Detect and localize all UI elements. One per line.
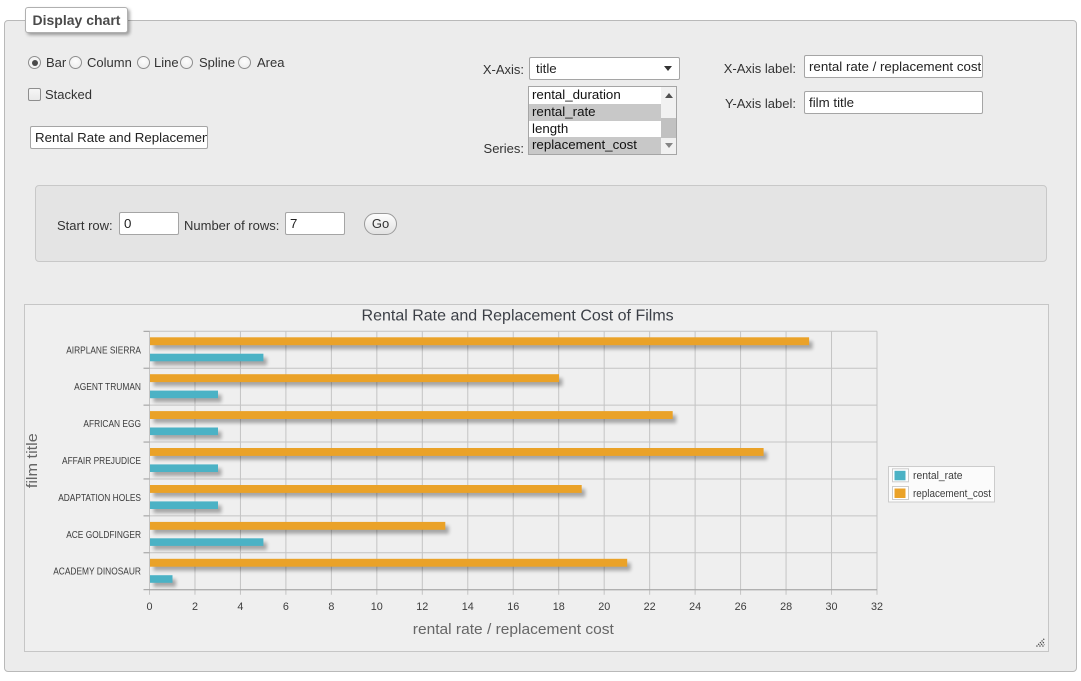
svg-text:32: 32 — [871, 601, 883, 613]
svg-text:AGENT TRUMAN: AGENT TRUMAN — [74, 382, 141, 393]
svg-text:Rental Rate and Replacement Co: Rental Rate and Replacement Cost of Film… — [362, 308, 674, 325]
svg-text:rental rate / replacement cost: rental rate / replacement cost — [413, 621, 615, 638]
svg-text:22: 22 — [644, 601, 656, 613]
svg-text:18: 18 — [553, 601, 565, 613]
svg-text:AFRICAN EGG: AFRICAN EGG — [83, 419, 141, 430]
svg-text:8: 8 — [328, 601, 334, 613]
svg-text:ADAPTATION HOLES: ADAPTATION HOLES — [58, 493, 141, 504]
svg-text:16: 16 — [507, 601, 519, 613]
svg-text:14: 14 — [462, 601, 474, 613]
svg-text:4: 4 — [237, 601, 243, 613]
svg-text:ACE GOLDFINGER: ACE GOLDFINGER — [66, 530, 141, 541]
svg-text:30: 30 — [825, 601, 837, 613]
svg-text:20: 20 — [598, 601, 610, 613]
svg-text:ACADEMY DINOSAUR: ACADEMY DINOSAUR — [53, 567, 141, 578]
svg-text:26: 26 — [735, 601, 747, 613]
svg-text:28: 28 — [780, 601, 792, 613]
svg-text:2: 2 — [192, 601, 198, 613]
svg-text:12: 12 — [416, 601, 428, 613]
svg-text:6: 6 — [283, 601, 289, 613]
svg-text:replacement_cost: replacement_cost — [913, 488, 991, 500]
svg-text:10: 10 — [371, 601, 383, 613]
svg-text:24: 24 — [689, 601, 701, 613]
svg-text:0: 0 — [146, 601, 152, 613]
svg-text:AIRPLANE SIERRA: AIRPLANE SIERRA — [66, 345, 141, 356]
svg-text:AFFAIR PREJUDICE: AFFAIR PREJUDICE — [62, 456, 141, 467]
svg-text:rental_rate: rental_rate — [913, 470, 963, 482]
svg-text:film title: film title — [24, 433, 41, 488]
